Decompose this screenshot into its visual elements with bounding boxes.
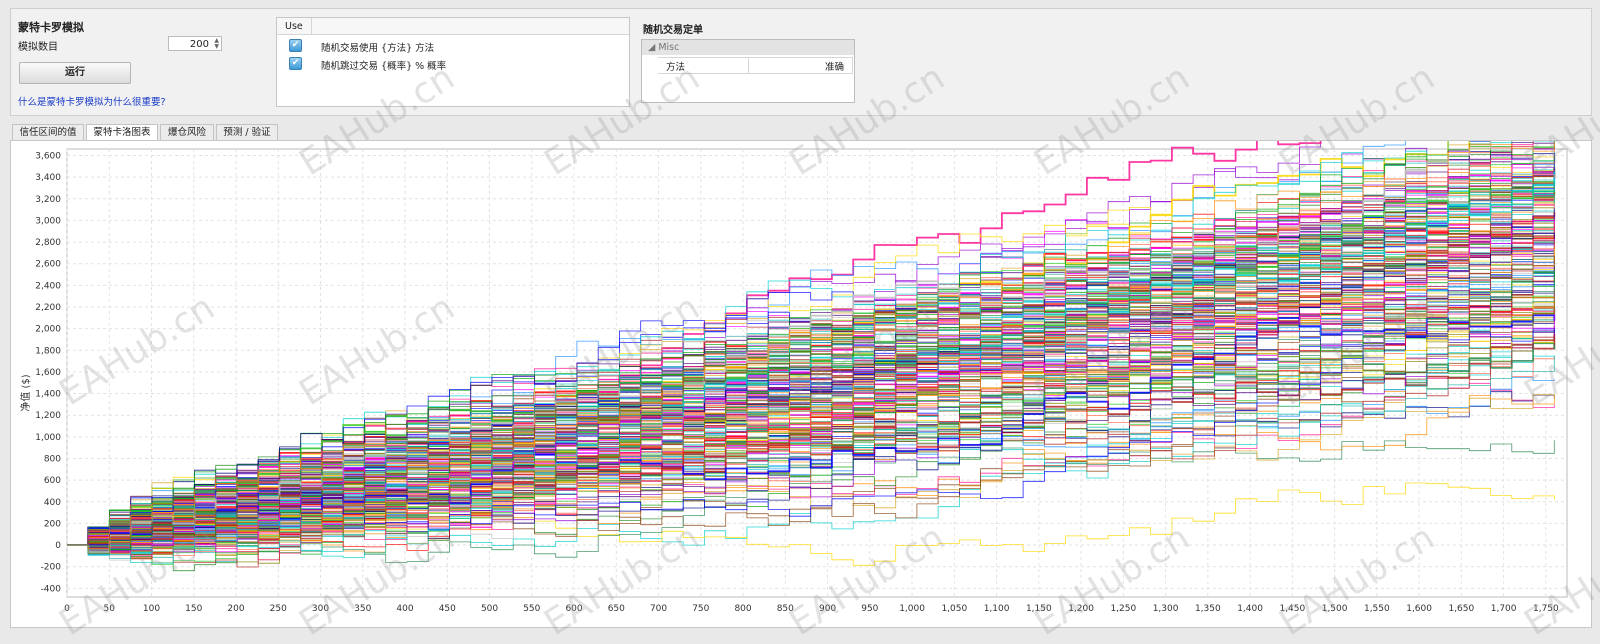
x-tick-label: 750 bbox=[692, 604, 709, 614]
property-category-label: Misc bbox=[658, 42, 680, 53]
y-tick-label: 3,600 bbox=[35, 151, 61, 161]
property-grid: ◢ Misc 方法 准确 bbox=[641, 39, 855, 103]
y-tick-label: 0 bbox=[55, 541, 61, 551]
x-tick-label: 400 bbox=[396, 604, 413, 614]
checkbox-checked-icon[interactable]: ✔ bbox=[289, 39, 302, 52]
y-tick-label: 2,800 bbox=[35, 238, 61, 248]
property-row-method[interactable]: 方法 准确 bbox=[658, 57, 853, 74]
option-row-skip[interactable]: ✔ 随机跳过交易 {概率} % 概率 bbox=[277, 54, 629, 72]
x-tick-label: 650 bbox=[608, 604, 625, 614]
checkbox-checked-icon[interactable]: ✔ bbox=[289, 57, 302, 70]
x-tick-label: 1,150 bbox=[1026, 604, 1052, 614]
x-tick-label: 850 bbox=[777, 604, 794, 614]
y-tick-label: 800 bbox=[44, 454, 61, 464]
property-grid-title: 随机交易定单 bbox=[643, 25, 703, 36]
property-category[interactable]: ◢ Misc bbox=[642, 40, 854, 55]
simulation-count-label: 模拟数目 bbox=[18, 42, 58, 53]
x-tick-label: 1,600 bbox=[1406, 604, 1432, 614]
x-tick-label: 1,450 bbox=[1279, 604, 1305, 614]
chart-panel: -400 -200 0 200 400 600 800 1,000 1,200 1,400 1,60… bbox=[10, 140, 1592, 628]
x-tick-label: 1,050 bbox=[941, 604, 967, 614]
y-tick-label: 2,200 bbox=[35, 303, 61, 313]
y-tick-label: 2,400 bbox=[35, 281, 61, 291]
option-label: 随机跳过交易 {概率} % 概率 bbox=[321, 61, 447, 72]
collapse-triangle-icon[interactable]: ◢ bbox=[648, 42, 655, 53]
x-tick-label: 800 bbox=[734, 604, 751, 614]
y-tick-label: 1,000 bbox=[35, 433, 61, 443]
property-divider bbox=[748, 58, 749, 73]
x-tick-label: 1,200 bbox=[1068, 604, 1094, 614]
options-header-use: Use bbox=[285, 21, 303, 32]
x-tick-label: 1,750 bbox=[1533, 604, 1559, 614]
y-tick-label: -400 bbox=[41, 584, 62, 594]
property-key: 方法 bbox=[666, 62, 686, 73]
x-tick-label: 1,650 bbox=[1448, 604, 1474, 614]
y-tick-label: 600 bbox=[44, 476, 61, 486]
x-tick-label: 1,700 bbox=[1491, 604, 1517, 614]
y-tick-label: 2,600 bbox=[35, 260, 61, 270]
x-tick-label: 1,100 bbox=[984, 604, 1010, 614]
options-table: Use ✔ 随机交易使用 {方法} 方法 ✔ 随机跳过交易 {概率} % 概率 bbox=[276, 17, 630, 107]
x-tick-label: 700 bbox=[650, 604, 667, 614]
y-tick-label: 3,000 bbox=[35, 216, 61, 226]
option-label: 随机交易使用 {方法} 方法 bbox=[321, 43, 435, 54]
x-tick-label: 1,500 bbox=[1322, 604, 1348, 614]
y-tick-label: 1,400 bbox=[35, 390, 61, 400]
monte-carlo-chart: -400 -200 0 200 400 600 800 1,000 1,200 1,400 1,60… bbox=[19, 141, 1568, 614]
options-header: Use bbox=[277, 18, 629, 35]
x-tick-label: 0 bbox=[64, 604, 70, 614]
option-row-method[interactable]: ✔ 随机交易使用 {方法} 方法 bbox=[277, 36, 629, 54]
property-value[interactable]: 准确 bbox=[825, 59, 844, 73]
x-tick-label: 550 bbox=[523, 604, 540, 614]
x-tick-label: 450 bbox=[439, 604, 456, 614]
y-tick-label: 1,200 bbox=[35, 411, 61, 421]
x-tick-label: 300 bbox=[312, 604, 329, 614]
tab-forecast-validation[interactable]: 预测 / 验证 bbox=[216, 124, 278, 140]
tab-ruin-risk[interactable]: 爆仓风险 bbox=[160, 124, 214, 140]
y-tick-label: 200 bbox=[44, 519, 61, 529]
x-tick-label: 500 bbox=[481, 604, 498, 614]
header-divider bbox=[311, 18, 312, 34]
y-tick-label: 3,400 bbox=[35, 173, 61, 183]
x-tick-label: 1,300 bbox=[1153, 604, 1179, 614]
x-tick-label: 1,250 bbox=[1110, 604, 1136, 614]
tab-monte-carlo-chart[interactable]: 蒙特卡洛图表 bbox=[86, 124, 158, 140]
y-tick-label: 1,800 bbox=[35, 346, 61, 356]
tab-confidence-values[interactable]: 信任区间的值 bbox=[12, 124, 84, 140]
x-tick-label: 600 bbox=[565, 604, 582, 614]
y-tick-label: 1,600 bbox=[35, 368, 61, 378]
x-tick-label: 350 bbox=[354, 604, 371, 614]
help-link[interactable]: 什么是蒙特卡罗模拟为什么很重要? bbox=[18, 94, 166, 108]
simulation-count-stepper[interactable]: 200 ▲ ▼ bbox=[168, 36, 222, 51]
run-button[interactable]: 运行 bbox=[19, 62, 131, 84]
x-tick-label: 1,000 bbox=[899, 604, 925, 614]
x-tick-label: 900 bbox=[819, 604, 836, 614]
y-tick-label: 2,000 bbox=[35, 325, 61, 335]
spinner-arrows-icon[interactable]: ▲ ▼ bbox=[214, 38, 219, 50]
y-tick-label: 400 bbox=[44, 498, 61, 508]
x-tick-label: 950 bbox=[861, 604, 878, 614]
x-tick-label: 1,400 bbox=[1237, 604, 1263, 614]
y-tick-label: 3,200 bbox=[35, 195, 61, 205]
y-axis-label: 净值 ($) bbox=[19, 374, 32, 411]
simulation-title: 蒙特卡罗模拟 bbox=[18, 21, 84, 34]
x-tick-label: 50 bbox=[104, 604, 116, 614]
x-tick-label: 1,550 bbox=[1364, 604, 1390, 614]
y-tick-label: -200 bbox=[41, 563, 62, 573]
x-tick-label: 150 bbox=[185, 604, 202, 614]
simulation-count-value: 200 bbox=[189, 39, 209, 50]
x-tick-label: 200 bbox=[227, 604, 244, 614]
x-tick-label: 250 bbox=[270, 604, 287, 614]
x-tick-label: 1,350 bbox=[1195, 604, 1221, 614]
x-tick-label: 100 bbox=[143, 604, 160, 614]
